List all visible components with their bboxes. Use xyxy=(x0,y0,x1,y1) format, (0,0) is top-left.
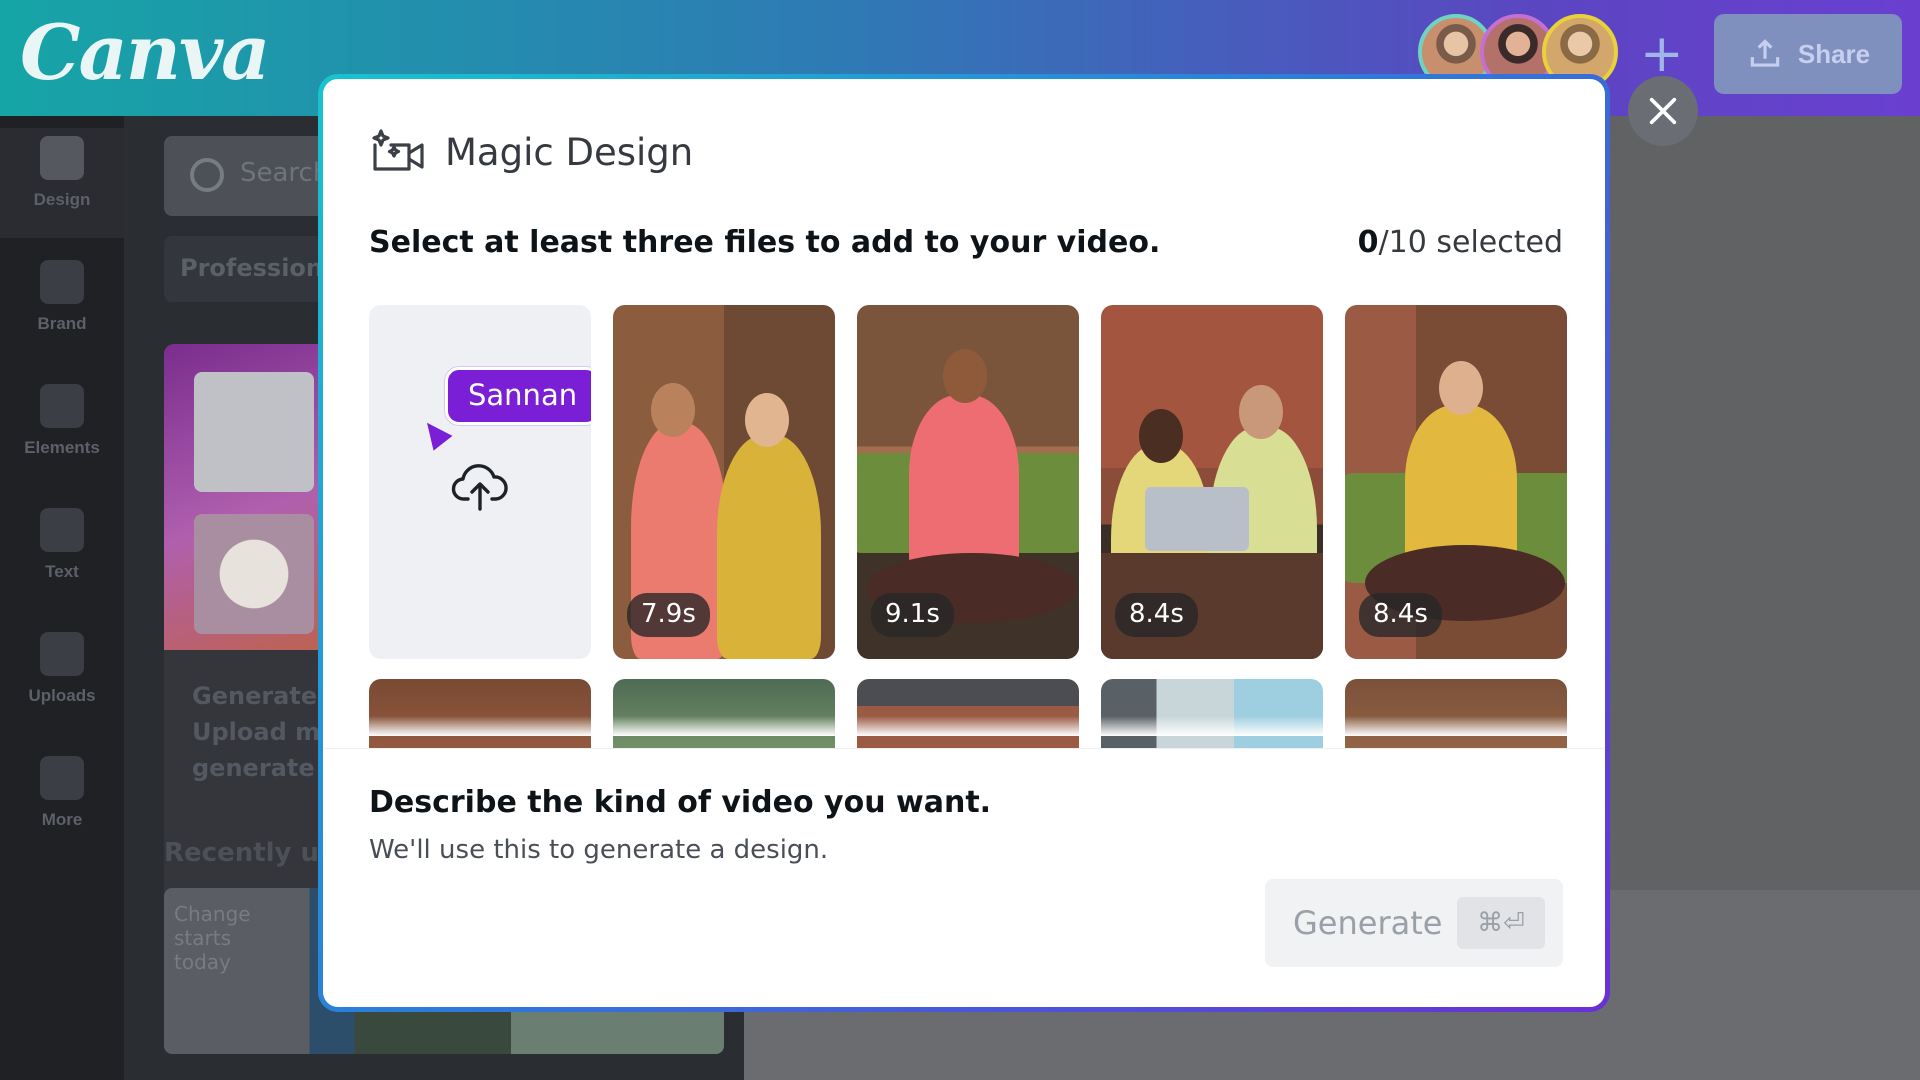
upload-tile[interactable]: Sannan xyxy=(369,305,591,659)
video-tile[interactable] xyxy=(857,679,1079,748)
person-head xyxy=(651,383,695,437)
dialog-header: Magic Design xyxy=(369,127,693,177)
rail-item-brand[interactable]: Brand xyxy=(0,260,124,334)
rail-item-label: Design xyxy=(33,190,91,209)
person-head xyxy=(943,349,987,403)
share-icon xyxy=(1750,39,1780,67)
upload-card xyxy=(194,372,314,492)
video-tile[interactable] xyxy=(1345,679,1567,748)
text-icon xyxy=(40,508,84,552)
duration-badge: 9.1s xyxy=(871,593,954,637)
close-button[interactable] xyxy=(1628,76,1698,146)
instruction-text: Select at least three files to add to yo… xyxy=(369,225,1161,260)
person-figure xyxy=(717,435,821,659)
rail-item-label: Elements xyxy=(24,438,100,457)
more-icon xyxy=(40,756,84,800)
video-tile[interactable]: 8.4s xyxy=(1345,305,1567,659)
person-head xyxy=(745,393,789,447)
rail-item-label: Brand xyxy=(37,314,87,333)
brand-icon xyxy=(40,260,84,304)
person-head xyxy=(1139,409,1183,463)
describe-subtext: We'll use this to generate a design. xyxy=(369,835,829,865)
person-figure xyxy=(909,395,1019,575)
section-divider xyxy=(323,748,1605,749)
dialog-body: Magic Design Select at least three files… xyxy=(323,79,1605,1007)
magic-design-dialog: Magic Design Select at least three files… xyxy=(318,74,1610,1012)
side-rail: Design Brand Elements Text Uploads More xyxy=(0,116,124,1080)
person-head xyxy=(1439,361,1483,415)
rail-item-label: Text xyxy=(45,562,79,581)
video-tile[interactable]: 7.9s xyxy=(613,305,835,659)
rail-item-text[interactable]: Text xyxy=(0,508,124,582)
scroll-fade xyxy=(369,716,1571,736)
video-tile[interactable] xyxy=(1101,679,1323,748)
share-label: Share xyxy=(1797,38,1871,69)
close-icon xyxy=(1649,97,1677,125)
add-member-button[interactable]: + xyxy=(1640,28,1684,80)
video-tile[interactable]: 9.1s xyxy=(857,305,1079,659)
describe-heading: Describe the kind of video you want. xyxy=(369,785,992,820)
rail-item-label: Uploads xyxy=(28,686,96,705)
rail-item-label: More xyxy=(41,810,83,829)
cloud-upload-icon xyxy=(451,464,508,511)
rail-item-design[interactable]: Design xyxy=(0,128,124,238)
selection-counter: 0/10 selected xyxy=(1358,225,1563,260)
generate-button[interactable]: Generate ⌘⏎ xyxy=(1265,879,1563,967)
generate-label: Generate xyxy=(1293,904,1443,942)
keyboard-shortcut-badge: ⌘⏎ xyxy=(1457,897,1545,949)
video-tile[interactable] xyxy=(369,679,591,748)
duration-badge: 8.4s xyxy=(1115,593,1198,637)
elements-icon xyxy=(40,384,84,428)
collaborator-tag: Sannan xyxy=(445,367,591,425)
share-button[interactable]: Share xyxy=(1714,14,1902,94)
selected-count: 0 xyxy=(1357,225,1379,260)
rail-item-more[interactable]: More xyxy=(0,756,124,830)
upload-icon xyxy=(40,632,84,676)
recent-thumb-text: Change starts today xyxy=(174,902,251,974)
person-head xyxy=(1239,385,1283,439)
dog-image xyxy=(194,514,314,634)
media-grid: Sannan 7.9s 9.1s 8.4s 8.4s xyxy=(369,305,1571,748)
duration-badge: 8.4s xyxy=(1359,593,1442,637)
rail-item-elements[interactable]: Elements xyxy=(0,384,124,458)
collaborator-cursor-icon xyxy=(417,415,453,451)
dialog-title: Magic Design xyxy=(445,130,694,174)
video-tile[interactable] xyxy=(613,679,835,748)
canva-logo[interactable]: Canva xyxy=(20,8,270,97)
selected-total: /10 selected xyxy=(1378,225,1563,260)
laptop-shape xyxy=(1145,487,1249,551)
video-tile[interactable]: 8.4s xyxy=(1101,305,1323,659)
magic-video-icon xyxy=(372,129,424,171)
duration-badge: 7.9s xyxy=(627,593,710,637)
layout-icon xyxy=(40,136,84,180)
rail-item-uploads[interactable]: Uploads xyxy=(0,632,124,706)
